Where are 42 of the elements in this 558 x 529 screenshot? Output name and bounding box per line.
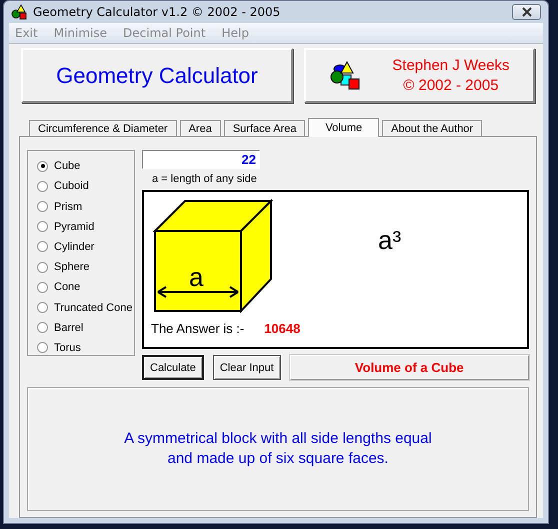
shape-option-label[interactable]: Truncated Cone <box>54 302 132 314</box>
radio-button[interactable] <box>37 342 48 354</box>
answer-label: The Answer is :- <box>151 321 244 336</box>
clear-input-button[interactable]: Clear Input <box>212 355 281 380</box>
close-icon <box>520 7 532 17</box>
shape-option-label[interactable]: Prism <box>54 200 82 212</box>
app-title-panel: Geometry Calculator <box>21 48 293 103</box>
close-button[interactable] <box>512 4 541 20</box>
shape-option-label[interactable]: Cube <box>54 160 80 172</box>
radio-button[interactable] <box>37 201 48 212</box>
shape-option-label[interactable]: Cylinder <box>54 240 94 253</box>
shapes-logo-icon <box>329 60 362 90</box>
radio-button[interactable] <box>37 282 48 293</box>
shape-option-label[interactable]: Cuboid <box>54 180 89 192</box>
radio-button[interactable] <box>37 221 48 232</box>
shape-option-label[interactable]: Barrel <box>54 322 84 334</box>
answer-value: 10648 <box>264 321 300 336</box>
tab[interactable]: Area <box>180 120 221 136</box>
window-title: Geometry Calculator v1.2 © 2002 - 2005 <box>33 5 282 19</box>
shape-option-label[interactable]: Cone <box>54 281 80 294</box>
radio-button[interactable] <box>37 241 48 252</box>
radio-button[interactable] <box>37 262 48 273</box>
tab[interactable]: Volume <box>308 118 380 137</box>
radio-button[interactable] <box>37 160 48 172</box>
description-panel: A symmetrical block with all side lengths equal and made up of six square faces. <box>27 387 529 511</box>
calculate-button[interactable]: Calculate <box>142 355 204 380</box>
field-caption: a = length of any side <box>152 173 258 185</box>
app-shapes-icon <box>11 4 27 20</box>
side-label: a <box>189 262 204 293</box>
shape-title-panel: Volume of a Cube <box>290 355 529 380</box>
tab[interactable]: Surface Area <box>224 120 306 136</box>
shape-option-label[interactable]: Sphere <box>54 261 90 274</box>
tab[interactable]: Circumference & Diameter <box>29 120 177 136</box>
side-length-field[interactable]: 22 <box>142 150 260 169</box>
formula-text: a³ <box>378 225 402 257</box>
radio-button[interactable] <box>37 302 48 314</box>
radio-button[interactable] <box>37 322 48 334</box>
shape-option-label[interactable]: Torus <box>54 342 81 354</box>
shape-option-label[interactable]: Pyramid <box>54 220 94 233</box>
tab[interactable]: About the Author <box>382 120 482 136</box>
radio-button[interactable] <box>37 180 48 192</box>
author-credit: Stephen J Weeks © 2002 - 2005 <box>392 56 510 96</box>
